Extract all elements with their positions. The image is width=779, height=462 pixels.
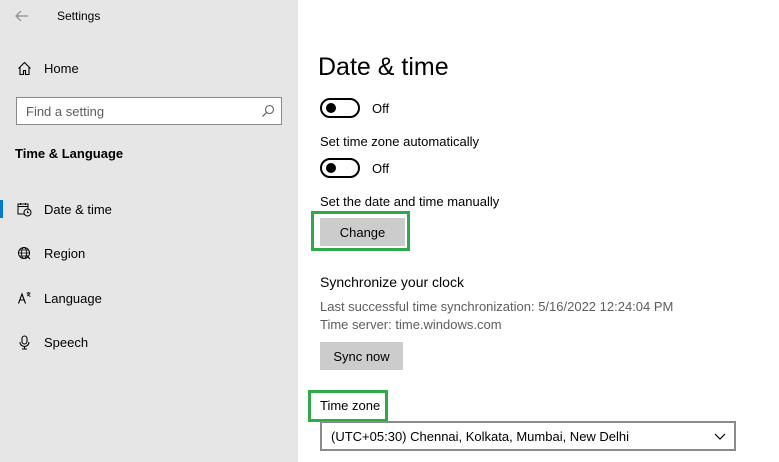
section-heading: Time & Language xyxy=(15,146,124,161)
set-timezone-auto-toggle[interactable] xyxy=(320,158,360,178)
search-input[interactable] xyxy=(17,98,255,124)
sidebar-item-region[interactable]: Region xyxy=(0,233,298,273)
toggle-state-label: Off xyxy=(372,160,390,176)
sidebar-item-label: Speech xyxy=(44,334,89,350)
set-timezone-auto-row: Off xyxy=(320,158,389,178)
sidebar-item-speech[interactable]: Speech xyxy=(0,322,298,362)
sidebar-item-date-time[interactable]: Date & time xyxy=(0,189,298,229)
sidebar-item-label: Date & time xyxy=(44,201,112,217)
manual-time-label: Set the date and time manually xyxy=(320,194,500,209)
time-server-text: Time server: time.windows.com xyxy=(320,317,502,332)
time-zone-value: (UTC+05:30) Chennai, Kolkata, Mumbai, Ne… xyxy=(331,429,630,444)
main-content: Date & time Off Set time zone automatica… xyxy=(298,0,779,462)
home-icon xyxy=(16,60,32,76)
sync-heading: Synchronize your clock xyxy=(320,274,464,290)
chevron-down-icon xyxy=(714,433,726,440)
nav-home-label: Home xyxy=(44,60,79,76)
page-title: Date & time xyxy=(318,53,449,81)
calendar-clock-icon xyxy=(16,201,32,217)
toggle-knob xyxy=(326,103,336,113)
sidebar-item-label: Region xyxy=(44,245,86,261)
set-time-auto-row: Off xyxy=(320,98,389,118)
search-box[interactable] xyxy=(16,97,282,125)
search-icon[interactable] xyxy=(261,104,275,118)
back-button[interactable] xyxy=(12,6,32,26)
sync-now-button[interactable]: Sync now xyxy=(320,342,403,370)
microphone-icon xyxy=(16,334,32,350)
last-sync-text: Last successful time synchronization: 5/… xyxy=(320,299,674,314)
set-time-auto-toggle[interactable] xyxy=(320,98,360,118)
sidebar-item-language[interactable]: Language xyxy=(0,278,298,318)
title-bar: Settings xyxy=(0,0,298,32)
time-zone-dropdown[interactable]: (UTC+05:30) Chennai, Kolkata, Mumbai, Ne… xyxy=(320,421,736,451)
toggle-state-label: Off xyxy=(372,100,390,116)
set-timezone-auto-label: Set time zone automatically xyxy=(320,134,479,149)
globe-icon xyxy=(16,245,32,261)
app-title: Settings xyxy=(57,9,101,23)
settings-window: Settings Home Time & Language xyxy=(0,0,779,462)
sidebar: Settings Home Time & Language xyxy=(0,0,298,462)
nav-home[interactable]: Home xyxy=(0,48,298,88)
language-icon xyxy=(16,290,32,306)
time-zone-label: Time zone xyxy=(320,398,381,413)
change-button[interactable]: Change xyxy=(320,218,405,246)
toggle-knob xyxy=(326,163,336,173)
back-arrow-icon xyxy=(15,10,28,22)
sidebar-item-label: Language xyxy=(44,290,102,306)
